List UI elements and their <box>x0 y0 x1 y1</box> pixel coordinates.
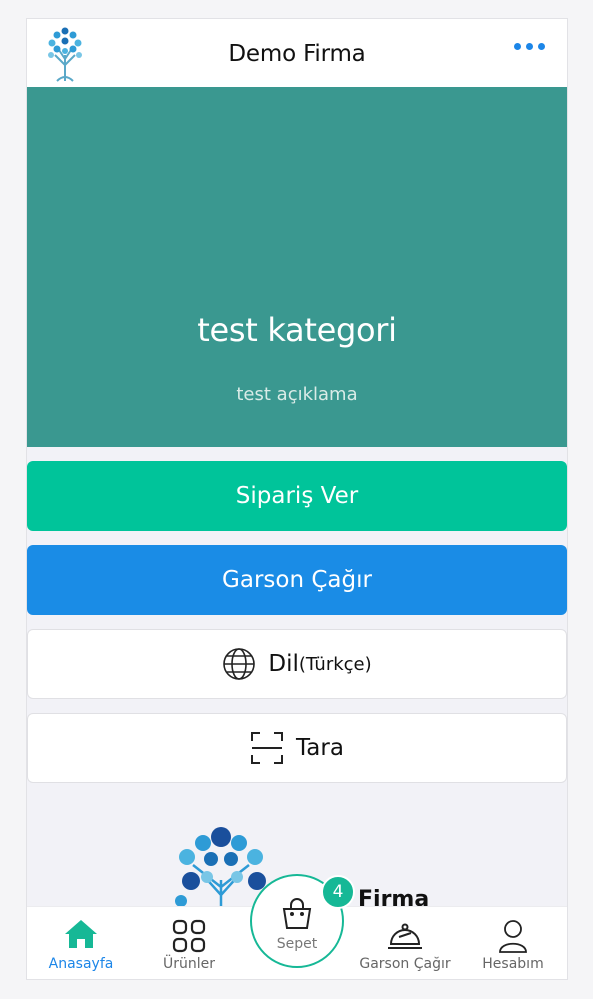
dot <box>538 43 545 50</box>
order-button-label: Sipariş Ver <box>235 483 359 509</box>
tab-home-label: Anasayfa <box>48 956 114 972</box>
cart-count-badge: 4 <box>321 875 355 909</box>
tab-account-label: Hesabım <box>482 956 544 972</box>
globe-icon <box>222 647 256 681</box>
home-icon <box>27 919 135 949</box>
category-description: test açıklama <box>236 384 358 405</box>
tab-call-waiter[interactable]: Garson Çağır <box>351 907 459 979</box>
more-dots-icon[interactable] <box>514 43 545 50</box>
grid-icon <box>135 919 243 953</box>
tab-account[interactable]: Hesabım <box>459 907 567 979</box>
tab-home[interactable]: Anasayfa <box>27 907 135 979</box>
dot <box>526 43 533 50</box>
tab-call-waiter-label: Garson Çağır <box>359 956 451 972</box>
service-bell-icon <box>351 919 459 951</box>
page-title: Demo Firma <box>228 41 366 67</box>
call-waiter-button[interactable]: Garson Çağır <box>27 545 567 615</box>
order-button[interactable]: Sipariş Ver <box>27 461 567 531</box>
category-title: test kategori <box>197 311 397 349</box>
scan-icon <box>250 731 284 765</box>
language-value: (Türkçe) <box>298 653 372 675</box>
user-icon <box>459 919 567 953</box>
scan-button[interactable]: Tara <box>27 713 567 783</box>
tab-products[interactable]: Ürünler <box>135 907 243 979</box>
scan-label: Tara <box>296 735 344 761</box>
call-waiter-button-label: Garson Çağır <box>222 567 372 593</box>
cart-label: Sepet <box>276 936 318 952</box>
category-banner[interactable]: test kategori test açıklama <box>27 87 567 447</box>
dot <box>514 43 521 50</box>
tab-products-label: Ürünler <box>162 956 215 972</box>
app-frame: Demo Firma test kategori test açıklama S… <box>26 18 568 980</box>
top-header: Demo Firma <box>27 19 567 87</box>
language-label: Dil <box>268 651 299 677</box>
language-button[interactable]: Dil (Türkçe) <box>27 629 567 699</box>
